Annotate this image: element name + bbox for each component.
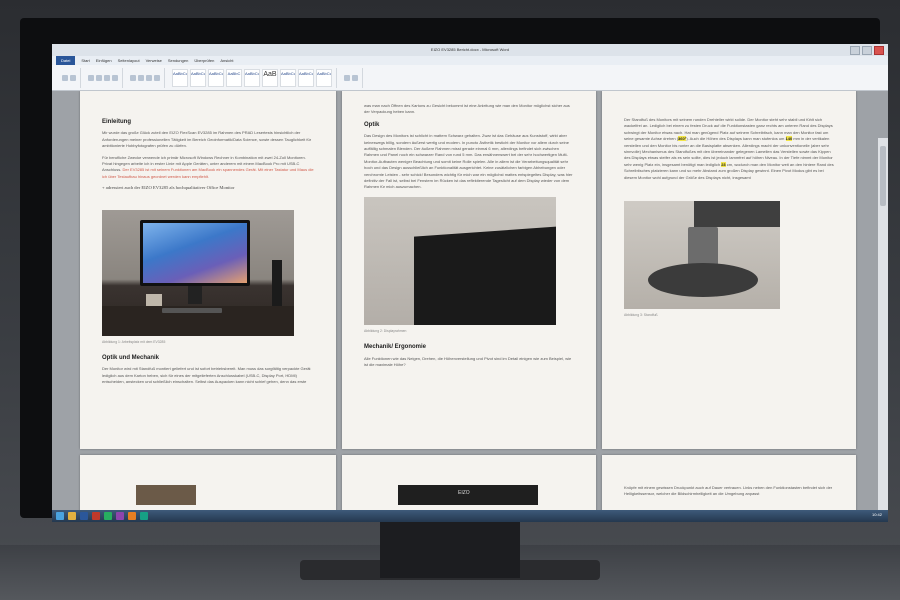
- highlight-140: 140: [785, 136, 793, 142]
- style-heading3[interactable]: AaBbCc: [244, 68, 260, 87]
- highlighted-red-text: Der EV3285 ist mit seinem Funktionen am …: [102, 167, 314, 179]
- ribbon: AaBbCcI AaBbCcI AaBbCcI AaBbC AaBbCc AaB…: [52, 65, 888, 91]
- paragraph: Der Standfuß des Monitors mit seinem run…: [624, 117, 834, 180]
- monitor-bezel: EIZO EV3285 Bericht.docx - Microsoft Wor…: [20, 18, 888, 522]
- align-left-icon[interactable]: [146, 74, 152, 81]
- align-center-icon[interactable]: [154, 74, 160, 81]
- heading-einleitung: Einleitung: [102, 119, 131, 125]
- monitor-stand-post: [380, 518, 520, 578]
- paste-icon[interactable]: [62, 74, 68, 81]
- clock: 10:42: [871, 512, 882, 517]
- paragraph: was man nach Öffnen des Kartons zu Gesic…: [364, 103, 570, 115]
- photo-partial: [136, 485, 196, 505]
- app-icon[interactable]: [104, 512, 112, 520]
- tab-file[interactable]: Datei: [56, 56, 76, 65]
- tab-mailings[interactable]: Sendungen: [168, 58, 188, 63]
- style-emphasis[interactable]: AaBbCcI: [298, 68, 314, 87]
- tab-page-layout[interactable]: Seitenlayout: [118, 58, 140, 63]
- app-icon[interactable]: [128, 512, 136, 520]
- serif-line: + adressiert auch der EIZO EV3285 als ho…: [102, 185, 235, 191]
- start-icon[interactable]: [56, 512, 64, 520]
- paragraph: Der Monitor wird mit Standfuß montiert g…: [102, 366, 311, 385]
- paragraph: Für berufliche Zwecke verwende ich primä…: [102, 154, 314, 179]
- paragraph: Alle Funktionen wie das Neigen, Drehen, …: [364, 355, 572, 368]
- style-heading1[interactable]: AaBbCcI: [208, 68, 224, 87]
- maximize-button[interactable]: [862, 46, 872, 55]
- tab-home[interactable]: Start: [81, 58, 89, 63]
- heading-optik: Optik: [364, 121, 380, 128]
- replace-icon[interactable]: [352, 74, 358, 81]
- find-icon[interactable]: [344, 74, 350, 81]
- bold-icon[interactable]: [88, 74, 94, 81]
- cut-icon[interactable]: [70, 74, 76, 81]
- ribbon-tabs: Datei Start Einfügen Seitenlayout Verwei…: [52, 56, 888, 65]
- paragraph: Knöpfe mit einem gewissen Druckpunkt auc…: [624, 485, 833, 497]
- font-group: [84, 67, 123, 88]
- page-4[interactable]: [80, 455, 336, 510]
- tab-insert[interactable]: Einfügen: [96, 58, 112, 63]
- style-heading2[interactable]: AaBbC: [226, 68, 242, 87]
- paragraph: Das Design des Monitors ist schlicht in …: [364, 133, 573, 190]
- styles-group: AaBbCcI AaBbCcI AaBbCcI AaBbC AaBbCc AaB…: [168, 67, 337, 88]
- editing-group: [340, 67, 363, 88]
- explorer-icon[interactable]: [68, 512, 76, 520]
- italic-icon[interactable]: [96, 74, 102, 81]
- page-2[interactable]: was man nach Öffnen des Kartons zu Gesic…: [342, 91, 596, 449]
- style-title[interactable]: AaB: [262, 68, 278, 87]
- page-1[interactable]: Einleitung Mir wurde das große Glück zut…: [80, 91, 336, 449]
- paragraph: Mir wurde das große Glück zuteil den EIZ…: [102, 130, 312, 149]
- photo-eizo-logo: EIZO: [398, 485, 538, 505]
- app-icon[interactable]: [92, 512, 100, 520]
- tab-review[interactable]: Überprüfen: [194, 58, 214, 63]
- photo-stand: [624, 201, 780, 310]
- numbering-icon[interactable]: [138, 74, 144, 81]
- style-standard[interactable]: AaBbCcI: [172, 68, 188, 87]
- font-color-icon[interactable]: [112, 74, 118, 81]
- document-area[interactable]: Einleitung Mir wurde das große Glück zut…: [52, 91, 888, 510]
- page-6[interactable]: Knöpfe mit einem gewissen Druckpunkt auc…: [602, 455, 856, 510]
- paragraph-group: [126, 67, 165, 88]
- vertical-scrollbar[interactable]: [878, 138, 888, 510]
- window-controls: [850, 46, 884, 55]
- figure-caption: Abbildung 2: Displayrahmen: [364, 328, 407, 333]
- photo-workplace: [102, 209, 294, 336]
- style-no-spacing[interactable]: AaBbCcI: [190, 68, 206, 87]
- minimize-button[interactable]: [850, 46, 860, 55]
- figure-caption: Abbildung 3: Standfuß: [624, 313, 658, 318]
- photo-display-frame: [364, 196, 556, 325]
- word-icon[interactable]: [80, 512, 88, 520]
- app-icon[interactable]: [140, 512, 148, 520]
- page-5[interactable]: EIZO: [342, 455, 596, 510]
- screen: EIZO EV3285 Bericht.docx - Microsoft Wor…: [52, 44, 888, 522]
- underline-icon[interactable]: [104, 74, 110, 81]
- bullets-icon[interactable]: [130, 74, 136, 81]
- window-title: EIZO EV3285 Bericht.docx - Microsoft Wor…: [430, 47, 510, 52]
- heading-mechanik-ergonomie: Mechanik/ Ergonomie: [364, 344, 427, 351]
- highlight-23: 23: [721, 161, 726, 167]
- figure-caption: Abbildung 1: Arbeitsplatz mit dem EV3285: [102, 339, 166, 344]
- taskbar: 10:42: [52, 510, 888, 522]
- app-icon[interactable]: [116, 512, 124, 520]
- style-strong[interactable]: AaBbCcI: [316, 68, 332, 87]
- tab-references[interactable]: Verweise: [146, 58, 162, 63]
- close-button[interactable]: [874, 46, 884, 55]
- tab-view[interactable]: Ansicht: [220, 58, 233, 63]
- clipboard-group: [58, 67, 81, 88]
- style-subtitle[interactable]: AaBbCcI: [280, 68, 296, 87]
- page-3[interactable]: Der Standfuß des Monitors mit seinem run…: [602, 91, 856, 449]
- heading-optik-mechanik: Optik und Mechanik: [102, 355, 160, 362]
